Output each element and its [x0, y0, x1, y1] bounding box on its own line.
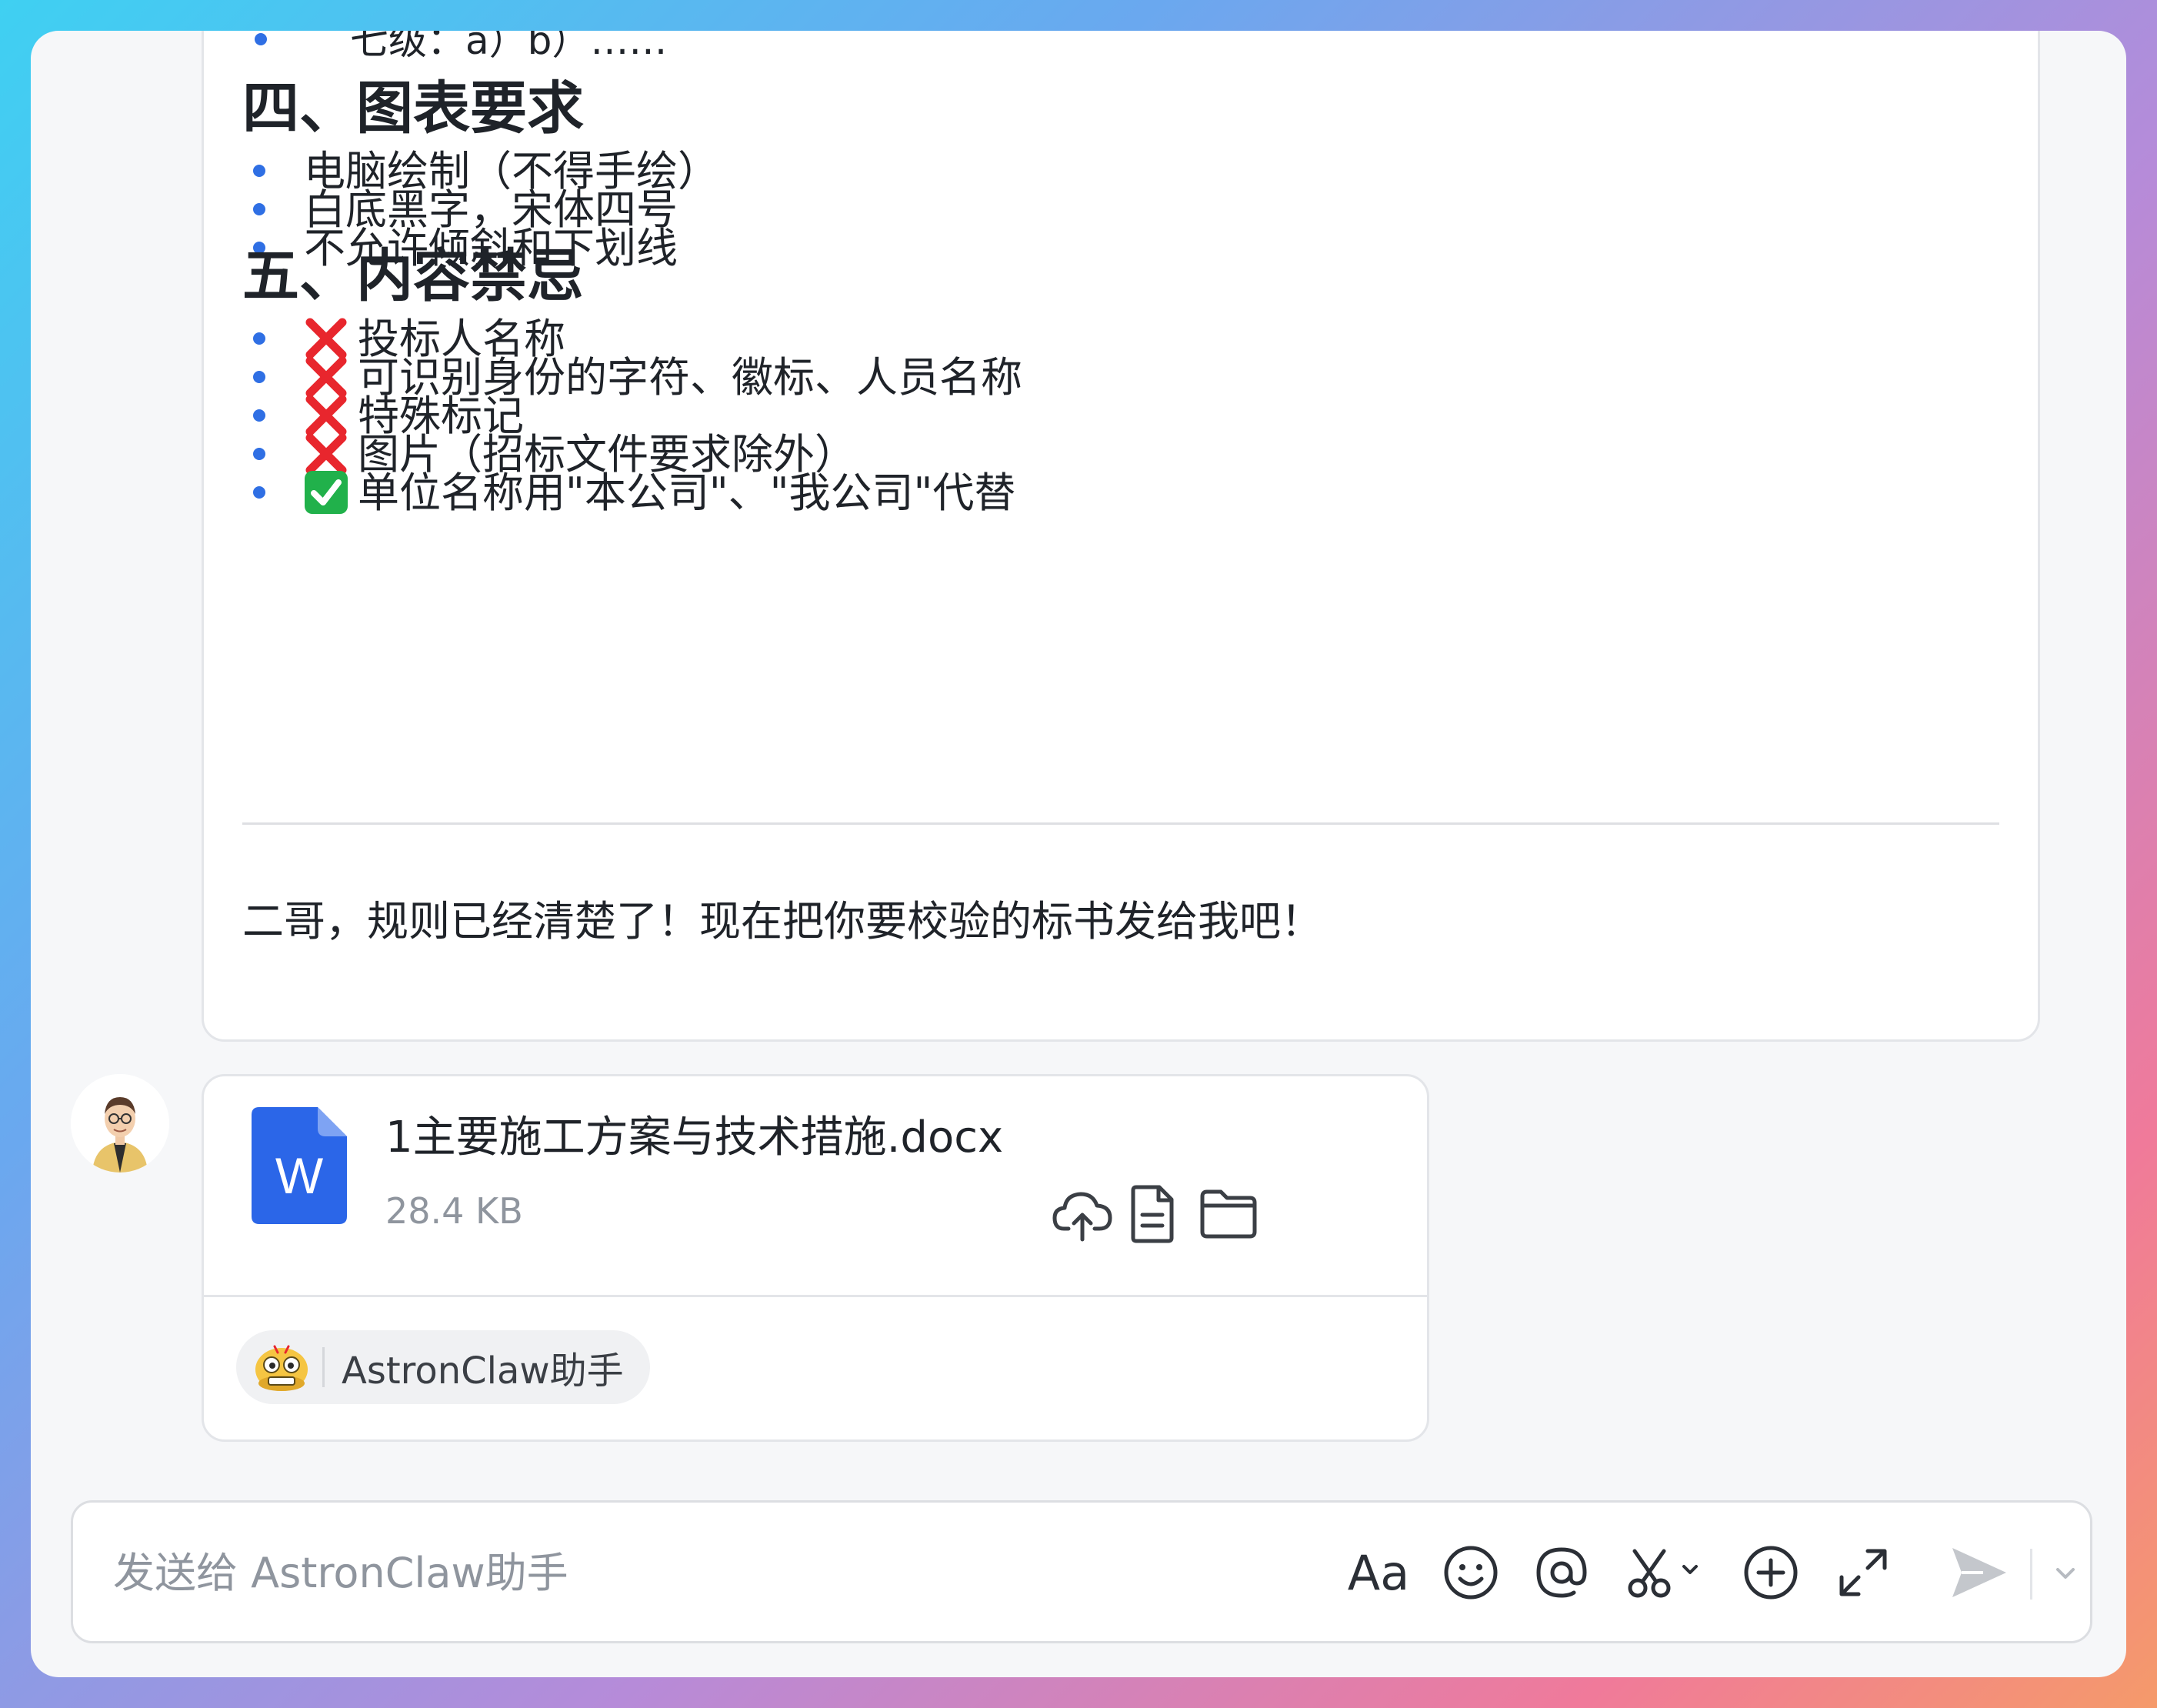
word-document-icon: W — [252, 1107, 347, 1224]
bullet-dot — [253, 332, 265, 345]
file-info-row: W 1主要施工方案与技术措施.docx 28.4 KB — [204, 1076, 1427, 1295]
mention-button[interactable] — [1527, 1538, 1596, 1607]
scissors-icon — [1628, 1549, 1698, 1598]
clipped-line-text: 七级：a）b）…… — [350, 31, 668, 63]
file-message-card[interactable]: W 1主要施工方案与技术措施.docx 28.4 KB AstronClaw助手 — [202, 1074, 1429, 1442]
font-format-icon: Aa — [1347, 1544, 1410, 1601]
expand-icon — [1839, 1549, 1887, 1596]
send-icon — [1952, 1548, 2006, 1597]
plus-circle-icon — [1744, 1546, 1798, 1600]
message-composer: Aa — [71, 1500, 2092, 1643]
chat-window: 七级：a）b）…… 四、图表要求 电脑绘制（不得手绘） 白底黑字，宋体四号 不允… — [31, 31, 2126, 1677]
bullet-dot — [253, 371, 265, 384]
bullet-dot — [255, 33, 267, 46]
bullet-dot — [253, 486, 265, 499]
list-item: 单位名称用"本公司"、"我公司"代替 — [242, 464, 1015, 522]
smiley-icon — [1444, 1546, 1498, 1600]
chevron-down-icon — [2056, 1568, 2075, 1579]
list-item-text: 单位名称用"本公司"、"我公司"代替 — [358, 469, 1016, 517]
bullet-dot — [253, 165, 265, 178]
section-heading-charts: 四、图表要求 — [242, 75, 584, 142]
message-input[interactable] — [112, 1503, 1269, 1643]
screenshot-button[interactable] — [1622, 1538, 1715, 1607]
section-heading-taboos: 五、内容禁忌 — [242, 243, 584, 309]
upload-cloud-button[interactable] — [1050, 1181, 1115, 1246]
bullet-dot — [253, 409, 265, 422]
send-divider — [2030, 1549, 2032, 1600]
bot-name: AstronClaw助手 — [342, 1349, 624, 1393]
at-sign-icon — [1536, 1547, 1587, 1598]
expand-composer-button[interactable] — [1829, 1538, 1898, 1607]
add-attachment-button[interactable] — [1736, 1538, 1805, 1607]
horizontal-divider — [242, 822, 1999, 825]
bot-avatar-icon — [255, 1345, 308, 1391]
folder-icon — [1200, 1189, 1257, 1239]
cloud-upload-icon — [1052, 1192, 1112, 1242]
bot-mention-chip[interactable]: AstronClaw助手 — [236, 1330, 650, 1404]
user-avatar-icon — [71, 1074, 169, 1173]
document-icon — [1131, 1185, 1174, 1243]
file-name[interactable]: 1主要施工方案与技术措施.docx — [385, 1103, 1003, 1165]
text-format-button[interactable]: Aa — [1344, 1538, 1413, 1607]
send-options-dropdown[interactable] — [2042, 1538, 2089, 1607]
assistant-message-card: 七级：a）b）…… 四、图表要求 电脑绘制（不得手绘） 白底黑字，宋体四号 不允… — [202, 31, 2040, 1042]
open-file-button[interactable] — [1121, 1181, 1185, 1246]
avatar[interactable] — [71, 1074, 169, 1173]
check-mark-icon — [305, 471, 348, 515]
open-folder-button[interactable] — [1196, 1181, 1261, 1246]
bullet-dot — [253, 448, 265, 461]
chip-divider — [322, 1347, 325, 1387]
file-size: 28.4 KB — [385, 1190, 523, 1232]
card-divider — [204, 1295, 1427, 1297]
bullet-dot — [253, 203, 265, 216]
send-button[interactable] — [1944, 1538, 2013, 1607]
emoji-button[interactable] — [1436, 1538, 1505, 1607]
word-icon-letter: W — [275, 1147, 324, 1204]
closing-message: 二哥，规则已经清楚了！现在把你要校验的标书发给我吧！ — [242, 897, 1322, 946]
